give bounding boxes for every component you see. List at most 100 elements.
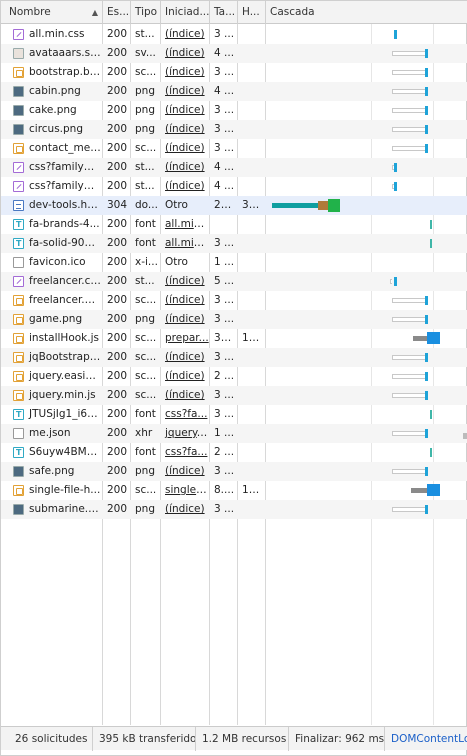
request-type: sc...: [135, 66, 157, 78]
request-initiator[interactable]: all.min...: [161, 215, 209, 234]
request-initiator[interactable]: (índice): [161, 82, 209, 101]
request-initiator[interactable]: (índice): [161, 291, 209, 310]
table-row[interactable]: circus.png 200 png (índice) 3 ...: [1, 120, 467, 139]
request-initiator[interactable]: (índice): [161, 386, 209, 405]
request-initiator[interactable]: jquery....: [161, 424, 209, 443]
column-header-type[interactable]: Tipo: [131, 1, 161, 24]
request-initiator[interactable]: (índice): [161, 177, 209, 196]
js-file-icon: [13, 485, 24, 496]
image-icon: [13, 86, 24, 97]
status-bar: 26 solicitudes 395 kB transferido 1.2 MB…: [1, 726, 467, 751]
request-initiator[interactable]: css?fa...: [161, 443, 209, 462]
request-size: 3 ...: [214, 351, 235, 363]
request-type: sc...: [135, 370, 157, 382]
request-time: [238, 215, 265, 234]
request-name: installHook.js: [29, 332, 99, 344]
js-file-icon: [13, 333, 24, 344]
request-initiator[interactable]: all.min...: [161, 234, 209, 253]
request-status: 200: [107, 161, 128, 173]
table-row[interactable]: fa-solid-900.... 200 font all.min... 3 ...: [1, 234, 467, 253]
table-row[interactable]: cabin.png 200 png (índice) 4 ...: [1, 82, 467, 101]
request-name: safe.png: [29, 465, 75, 477]
request-type: sc...: [135, 142, 157, 154]
request-status: 200: [107, 275, 128, 287]
table-row[interactable]: contact_me.js 200 sc... (índice) 3 ...: [1, 139, 467, 158]
table-row[interactable]: all.min.css 200 st... (índice) 3 ...: [1, 25, 467, 44]
sort-ascending-icon[interactable]: ▲: [92, 1, 98, 24]
table-row[interactable]: JTUSjIg1_i6t... 200 font css?fa... 3 ...: [1, 405, 467, 424]
request-status: 200: [107, 389, 128, 401]
table-row[interactable]: favicon.ico 200 x-i... Otro 1 ...: [1, 253, 467, 272]
table-row[interactable]: fa-brands-4... 200 font all.min...: [1, 215, 467, 234]
request-initiator[interactable]: (índice): [161, 348, 209, 367]
waterfall-wait-bar: [392, 374, 426, 379]
table-row[interactable]: me.json 200 xhr jquery.... 1 ...: [1, 424, 467, 443]
waterfall-wait-bar: [390, 279, 392, 284]
table-row[interactable]: css?family=L... 200 st... (índice) 4 ...: [1, 158, 467, 177]
waterfall-wait-bar: [411, 488, 428, 493]
request-initiator[interactable]: (índice): [161, 500, 209, 519]
request-name: single-file-h...: [29, 484, 101, 496]
column-header-waterfall[interactable]: Cascada: [266, 1, 467, 24]
table-row[interactable]: game.png 200 png (índice) 3 ...: [1, 310, 467, 329]
table-row[interactable]: dev-tools.hb... 304 do... Otro 24... 30...: [1, 196, 467, 215]
request-name: contact_me.js: [29, 142, 101, 154]
column-header-size[interactable]: Ta...: [210, 1, 238, 24]
table-row[interactable]: jqBootstrapV... 200 sc... (índice) 3 ...: [1, 348, 467, 367]
request-size: 4 ...: [214, 85, 235, 97]
column-header-initiator[interactable]: Iniciad...: [161, 1, 210, 24]
request-size: 4 ...: [214, 180, 235, 192]
request-initiator[interactable]: (índice): [161, 310, 209, 329]
request-initiator[interactable]: (índice): [161, 272, 209, 291]
image-icon: [13, 124, 24, 135]
request-name: circus.png: [29, 123, 83, 135]
table-row[interactable]: safe.png 200 png (índice) 3 ...: [1, 462, 467, 481]
request-status: 200: [107, 370, 128, 382]
table-row[interactable]: avataaars.svg 200 sv... (índice) 4 ...: [1, 44, 467, 63]
request-size: 3 ...: [214, 408, 235, 420]
table-row[interactable]: bootstrap.bu... 200 sc... (índice) 3 ...: [1, 63, 467, 82]
request-initiator[interactable]: (índice): [161, 139, 209, 158]
request-time: [238, 25, 265, 44]
request-initiator[interactable]: (índice): [161, 367, 209, 386]
waterfall-wait-bar: [392, 469, 426, 474]
request-initiator[interactable]: prepar...: [161, 329, 209, 348]
table-row[interactable]: css?family=... 200 st... (índice) 4 ...: [1, 177, 467, 196]
waterfall-wait-bar: [392, 355, 426, 360]
table-row[interactable]: S6uyw4BMU... 200 font css?fa... 2 ...: [1, 443, 467, 462]
request-size: 8....: [214, 484, 235, 496]
request-initiator[interactable]: (índice): [161, 462, 209, 481]
request-initiator[interactable]: (índice): [161, 158, 209, 177]
request-initiator[interactable]: css?fa...: [161, 405, 209, 424]
table-row[interactable]: jquery.easin... 200 sc... (índice) 2 ...: [1, 367, 467, 386]
waterfall-wait-bar: [392, 127, 426, 132]
waterfall-receive-bar: [427, 332, 440, 344]
table-row[interactable]: cake.png 200 png (índice) 3 ...: [1, 101, 467, 120]
table-row[interactable]: single-file-h... 200 sc... singlef... 8.... 1…: [1, 481, 467, 500]
request-initiator[interactable]: (índice): [161, 63, 209, 82]
table-row[interactable]: jquery.min.js 200 sc... (índice) 3 ...: [1, 386, 467, 405]
request-name: game.png: [29, 313, 83, 325]
request-type: png: [135, 465, 155, 477]
waterfall-wait-bar: [392, 51, 426, 56]
waterfall-receive-bar: [425, 315, 428, 324]
column-header-name[interactable]: Nombre ▲: [1, 1, 103, 24]
request-initiator[interactable]: (índice): [161, 101, 209, 120]
waterfall-receive-bar: [328, 199, 340, 212]
scrollbar-thumb[interactable]: [463, 433, 467, 439]
request-time: [238, 367, 265, 386]
column-header-status[interactable]: Es...: [103, 1, 131, 24]
request-initiator[interactable]: singlef...: [161, 481, 209, 500]
request-initiator[interactable]: (índice): [161, 120, 209, 139]
js-file-icon: [13, 390, 24, 401]
table-row[interactable]: installHook.js 200 sc... prepar... 38... 12..…: [1, 329, 467, 348]
table-row[interactable]: freelancer.css 200 st... (índice) 5 ...: [1, 272, 467, 291]
table-row[interactable]: submarine.p... 200 png (índice) 3 ...: [1, 500, 467, 519]
column-header-time[interactable]: H...: [238, 1, 266, 24]
font-file-icon: [13, 443, 24, 462]
table-row[interactable]: freelancer.mi... 200 sc... (índice) 3 ...: [1, 291, 467, 310]
request-initiator[interactable]: (índice): [161, 25, 209, 44]
request-size: 1 ...: [214, 427, 235, 439]
request-name: submarine.p...: [29, 503, 101, 515]
request-initiator[interactable]: (índice): [161, 44, 209, 63]
